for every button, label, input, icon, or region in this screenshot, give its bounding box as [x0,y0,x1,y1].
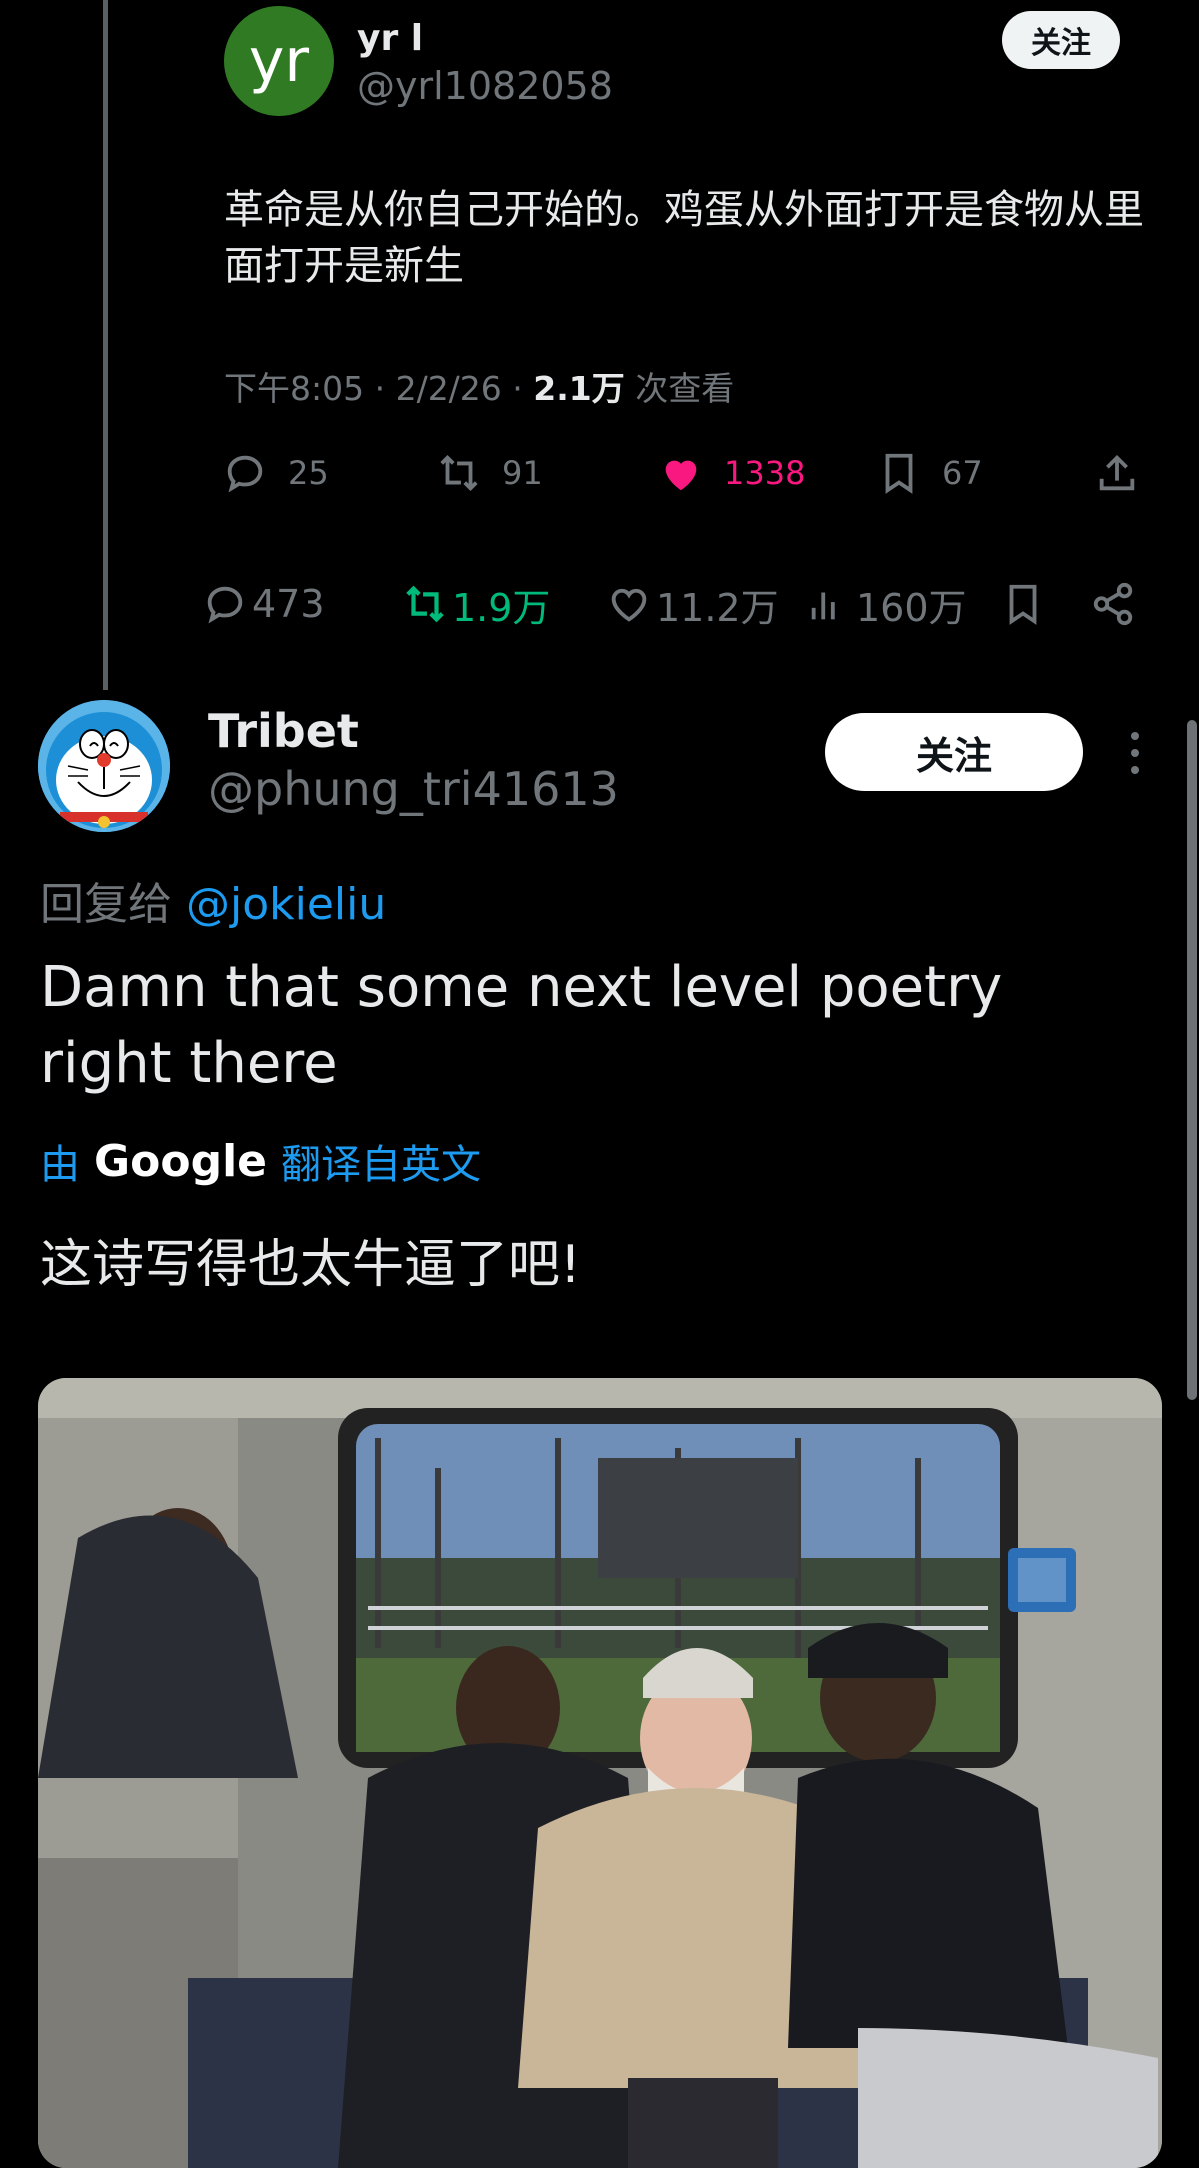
reply-text: Damn that some next level poetry right t… [40,955,1003,1096]
reply-avatar[interactable] [38,700,170,832]
retweet-count: 91 [502,454,543,492]
heart-icon [611,588,647,622]
avatar-initials: yr [248,26,310,96]
more-button[interactable] [1122,728,1148,778]
reply-translation: 这诗写得也太牛逼了吧! [40,1235,581,1295]
share-action[interactable] [1090,576,1140,632]
quoted-avatar[interactable]: yr [224,6,334,116]
quoted-like-button[interactable]: 1338 [658,448,805,498]
quoted-retweet-button[interactable]: 91 [436,448,543,498]
reply-media-photo[interactable] [38,1378,1162,2168]
quoted-reply-button[interactable]: 25 [222,448,329,498]
scrollbar[interactable] [1187,720,1197,1400]
google-logo: Google [94,1135,267,1187]
reply-author-name[interactable]: Tribet [208,704,359,758]
bookmark-count: 67 [942,454,983,492]
thread-line [103,0,108,690]
retweet-count: 1.9万 [452,585,551,630]
share-icon [1099,454,1135,491]
quoted-bookmark-button[interactable]: 67 [876,448,983,498]
heart-icon [665,460,697,491]
views-action[interactable]: 160万 [806,576,967,632]
views-count: 160万 [856,585,967,630]
reply-icon [207,586,243,624]
reply-to-label: 回复给 [40,879,186,930]
more-icon [1131,732,1139,774]
quoted-author-handle[interactable]: @yrl1082058 [357,64,613,108]
reply-count: 473 [252,582,325,626]
quoted-author-name[interactable]: yr l [357,18,423,59]
reply-count: 25 [288,454,329,492]
view-count: 2.1万 [533,369,625,408]
like-action[interactable]: 11.2万 [606,576,779,632]
bookmark-icon [1009,584,1037,625]
reply-to-line: 回复给 @jokieliu [40,868,386,932]
doraemon-avatar-image [38,700,170,832]
bookmark-action[interactable] [1000,576,1050,632]
quoted-follow-button[interactable]: 关注 [1002,11,1120,69]
reply-icon [227,455,263,493]
quoted-tweet-meta: 下午8:05 · 2/2/26 · 2.1万 次查看 [224,362,734,410]
translate-suffix: 翻译自英文 [281,1142,481,1188]
share-nodes-icon [1093,582,1133,626]
tweet-time: 下午8:05 · 2/2/26 · [224,369,534,408]
like-count: 1338 [724,454,806,492]
bookmark-icon [885,453,913,494]
views-icon [811,592,835,620]
retweet-action[interactable]: 1.9万 [402,576,550,632]
train-photo [38,1378,1162,2168]
translation-attribution[interactable]: 由 Google 翻译自英文 [40,1132,481,1190]
quoted-tweet-text: 革命是从你自己开始的。鸡蛋从外面打开是食物从里面打开是新生 [224,187,1144,289]
reply-action[interactable]: 473 [202,576,325,632]
like-count: 11.2万 [656,585,779,630]
retweet-icon [406,585,444,623]
reply-follow-button[interactable]: 关注 [825,713,1083,791]
reply-author-handle[interactable]: @phung_tri41613 [208,762,619,816]
quoted-share-button[interactable] [1094,448,1160,498]
retweet-icon [440,454,478,492]
view-label: 次查看 [624,369,735,408]
translate-prefix: 由 [40,1142,80,1188]
reply-to-mention[interactable]: @jokieliu [186,879,386,930]
